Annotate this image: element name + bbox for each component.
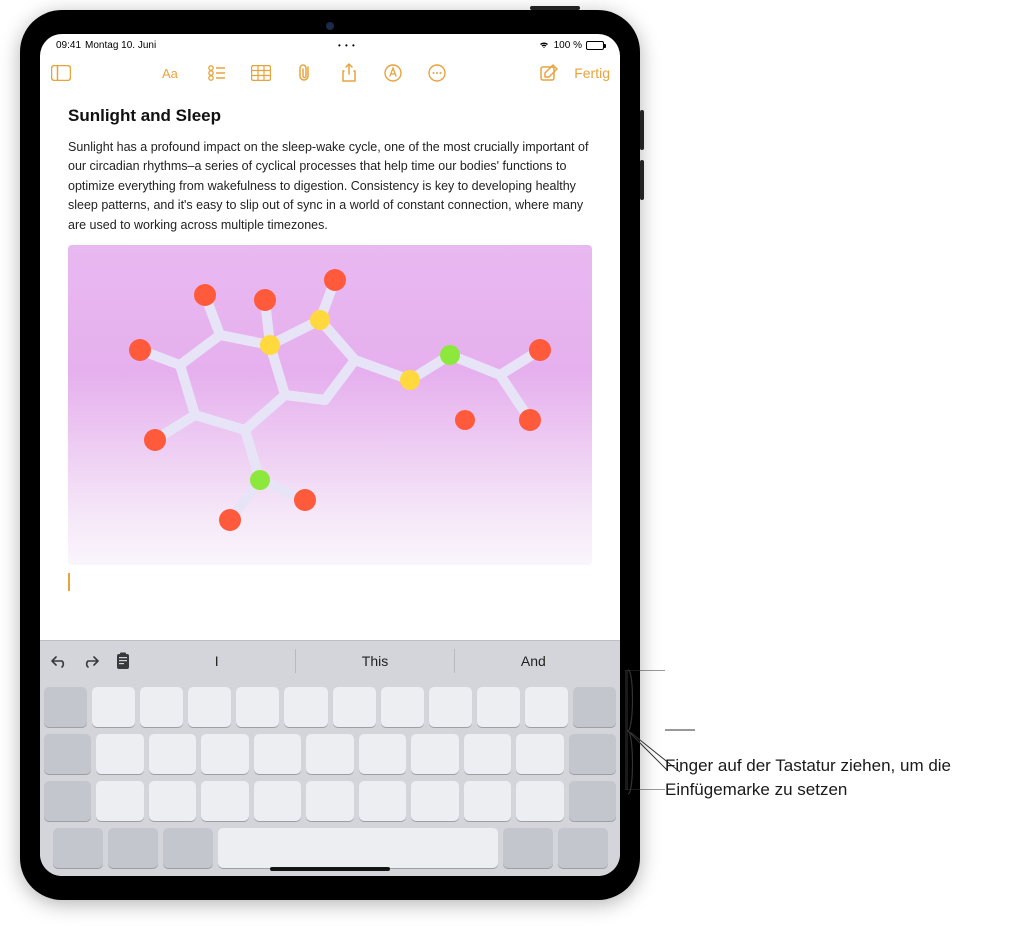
keyboard-key[interactable] xyxy=(333,687,376,727)
status-date: Montag 10. Juni xyxy=(85,40,156,51)
volume-down-button[interactable] xyxy=(640,160,644,200)
keyboard-key[interactable] xyxy=(477,687,520,727)
more-icon[interactable] xyxy=(426,62,448,84)
note-title[interactable]: Sunlight and Sleep xyxy=(68,106,592,126)
volume-up-button[interactable] xyxy=(640,110,644,150)
wifi-icon xyxy=(538,39,550,52)
prediction-suggestion[interactable]: I xyxy=(138,649,295,673)
compose-icon[interactable] xyxy=(538,62,560,84)
table-icon[interactable] xyxy=(250,62,272,84)
prediction-suggestion[interactable]: This xyxy=(295,649,453,673)
keyboard-mic-key[interactable] xyxy=(163,828,213,868)
keyboard-prediction-bar: I This And xyxy=(40,641,620,681)
battery-icon xyxy=(586,41,604,50)
keyboard-key[interactable] xyxy=(306,781,353,821)
keyboard-key[interactable] xyxy=(411,734,458,774)
keyboard-key[interactable] xyxy=(569,734,616,774)
keyboard-key[interactable] xyxy=(516,781,563,821)
callout-text: Finger auf der Tastatur ziehen, um die E… xyxy=(665,754,1005,802)
keyboard-key[interactable] xyxy=(464,781,511,821)
ipad-device-frame: 09:41 Montag 10. Juni • • • 100 % xyxy=(20,10,640,900)
undo-icon[interactable] xyxy=(48,650,70,672)
keyboard-shift-key[interactable] xyxy=(569,781,616,821)
keyboard-numbers-key[interactable] xyxy=(53,828,103,868)
status-bar: 09:41 Montag 10. Juni • • • 100 % xyxy=(40,34,620,54)
keyboard-space-key[interactable] xyxy=(218,828,498,868)
text-insertion-cursor xyxy=(68,573,70,591)
status-time: 09:41 xyxy=(56,40,81,51)
keyboard-keys-grid[interactable] xyxy=(40,681,620,876)
keyboard-key[interactable] xyxy=(201,781,248,821)
keyboard-key[interactable] xyxy=(254,781,301,821)
keyboard-key[interactable] xyxy=(464,734,511,774)
keyboard-key[interactable] xyxy=(149,734,196,774)
keyboard-dismiss-key[interactable] xyxy=(558,828,608,868)
share-icon[interactable] xyxy=(338,62,360,84)
clipboard-icon[interactable] xyxy=(112,650,134,672)
keyboard-key[interactable] xyxy=(188,687,231,727)
svg-text:Aa: Aa xyxy=(162,66,179,81)
onscreen-keyboard[interactable]: I This And xyxy=(40,640,620,876)
keyboard-key[interactable] xyxy=(96,734,143,774)
keyboard-key[interactable] xyxy=(44,687,87,727)
keyboard-key[interactable] xyxy=(149,781,196,821)
keyboard-key[interactable] xyxy=(96,781,143,821)
keyboard-key[interactable] xyxy=(359,781,406,821)
keyboard-key[interactable] xyxy=(92,687,135,727)
keyboard-key[interactable] xyxy=(254,734,301,774)
ipad-screen: 09:41 Montag 10. Juni • • • 100 % xyxy=(40,34,620,876)
keyboard-key[interactable] xyxy=(381,687,424,727)
battery-percent: 100 % xyxy=(554,40,582,51)
keyboard-key[interactable] xyxy=(236,687,279,727)
keyboard-key[interactable] xyxy=(284,687,327,727)
keyboard-shift-key[interactable] xyxy=(44,781,91,821)
keyboard-globe-key[interactable] xyxy=(108,828,158,868)
keyboard-key[interactable] xyxy=(429,687,472,727)
keyboard-key[interactable] xyxy=(516,734,563,774)
attachment-icon[interactable] xyxy=(294,62,316,84)
home-indicator[interactable] xyxy=(270,867,390,871)
note-embedded-image[interactable] xyxy=(68,245,592,565)
done-button[interactable]: Fertig xyxy=(574,65,610,81)
keyboard-key[interactable] xyxy=(201,734,248,774)
keyboard-key[interactable] xyxy=(525,687,568,727)
checklist-icon[interactable] xyxy=(206,62,228,84)
keyboard-key[interactable] xyxy=(573,687,616,727)
prediction-suggestion[interactable]: And xyxy=(454,649,612,673)
notes-toolbar: Aa xyxy=(40,54,620,92)
note-body-text[interactable]: Sunlight has a profound impact on the sl… xyxy=(68,138,592,235)
multitask-indicator-icon[interactable]: • • • xyxy=(338,41,356,50)
front-camera xyxy=(326,22,334,30)
note-content-area[interactable]: Sunlight and Sleep Sunlight has a profou… xyxy=(40,92,620,640)
keyboard-key[interactable] xyxy=(359,734,406,774)
keyboard-key[interactable] xyxy=(306,734,353,774)
text-format-icon[interactable]: Aa xyxy=(162,62,184,84)
keyboard-numbers-key[interactable] xyxy=(503,828,553,868)
sidebar-toggle-icon[interactable] xyxy=(50,62,72,84)
power-button[interactable] xyxy=(530,6,580,10)
keyboard-key[interactable] xyxy=(140,687,183,727)
markup-icon[interactable] xyxy=(382,62,404,84)
keyboard-key[interactable] xyxy=(411,781,458,821)
redo-icon[interactable] xyxy=(80,650,102,672)
keyboard-key[interactable] xyxy=(44,734,91,774)
